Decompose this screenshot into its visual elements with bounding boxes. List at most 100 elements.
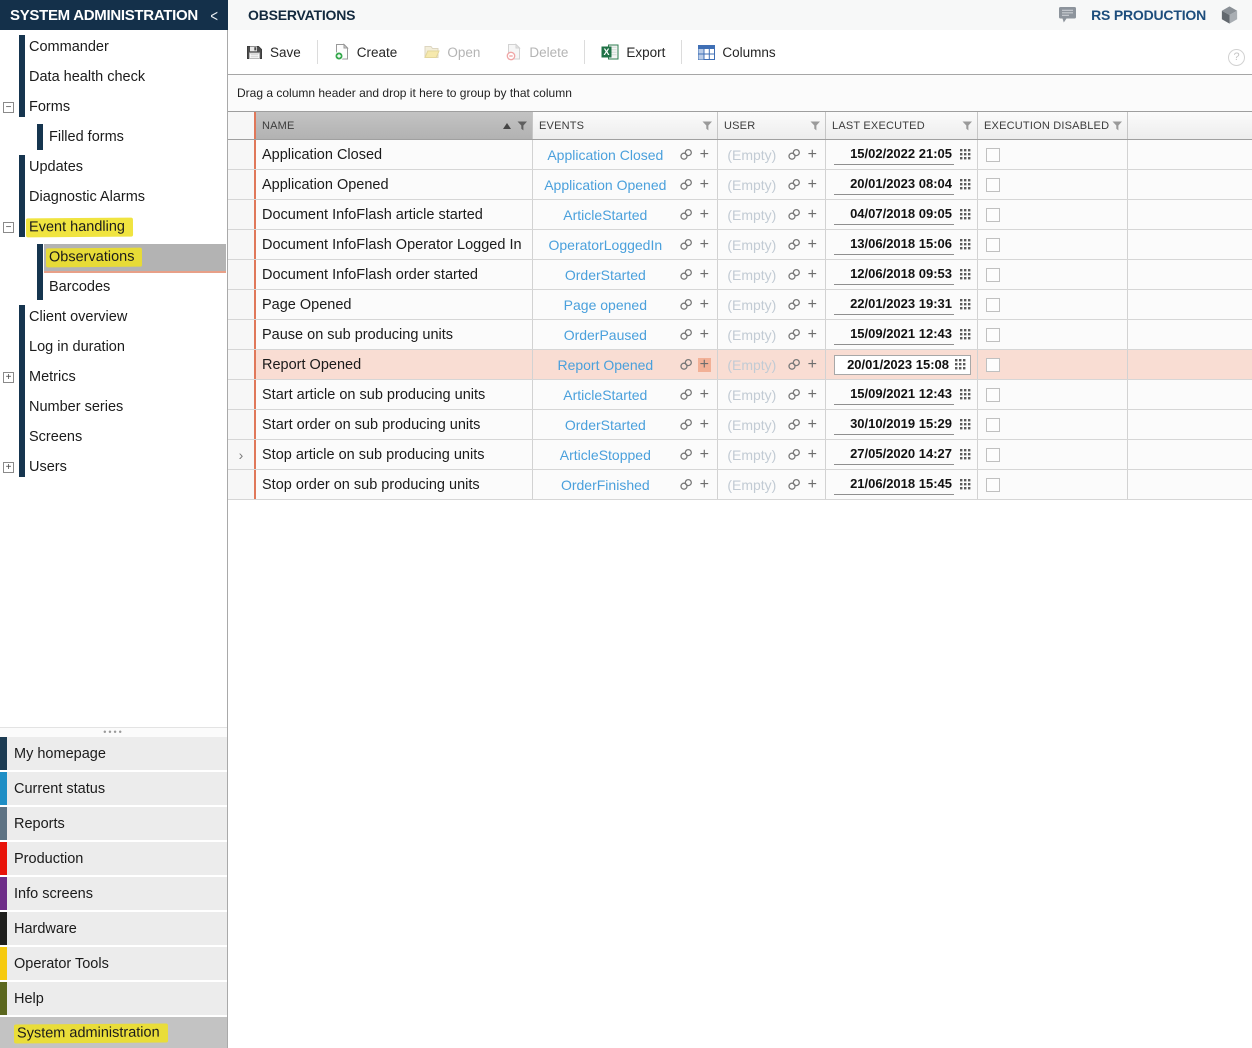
date-value[interactable]: 04/07/2018 09:05 [834,204,954,225]
module-nav-system-administration[interactable]: System administration [0,1017,227,1048]
filter-icon[interactable] [702,121,713,131]
link-icon[interactable] [787,268,801,281]
name-cell[interactable]: Pause on sub producing units [256,320,533,349]
add-event-icon[interactable]: + [698,208,711,222]
link-icon[interactable] [787,238,801,251]
execution-disabled-checkbox[interactable] [986,148,1000,162]
module-nav-current-status[interactable]: Current status [0,772,227,805]
user-value[interactable]: (Empty) [722,447,782,463]
date-value[interactable]: 12/06/2018 09:53 [834,264,954,285]
filter-icon[interactable] [810,121,821,131]
link-icon[interactable] [787,448,801,461]
link-icon[interactable] [679,238,693,251]
datepicker-grid-icon[interactable] [960,209,971,220]
table-row[interactable]: Pause on sub producing unitsOrderPaused+… [228,320,1252,350]
link-icon[interactable] [679,328,693,341]
table-row[interactable]: Start order on sub producing unitsOrderS… [228,410,1252,440]
filter-icon[interactable] [517,121,528,131]
row-indicator[interactable] [228,350,256,379]
name-cell[interactable]: Stop order on sub producing units [256,470,533,499]
event-link[interactable]: OrderStarted [537,417,674,433]
sidebar-item-forms[interactable]: −Forms [0,92,227,122]
user-value[interactable]: (Empty) [722,357,782,373]
row-indicator[interactable] [228,140,256,169]
datepicker-grid-icon[interactable] [960,149,971,160]
add-event-icon[interactable]: + [698,268,711,282]
link-icon[interactable] [787,208,801,221]
link-icon[interactable] [679,178,693,191]
execution-disabled-checkbox[interactable] [986,298,1000,312]
link-icon[interactable] [787,298,801,311]
add-event-icon[interactable]: + [698,358,711,372]
export-button[interactable]: XExport [601,44,665,60]
row-indicator[interactable] [228,230,256,259]
add-user-icon[interactable]: + [806,208,819,222]
row-indicator[interactable] [228,290,256,319]
row-indicator[interactable] [228,170,256,199]
datepicker-grid-icon[interactable] [960,239,971,250]
event-link[interactable]: ArticleStopped [537,447,674,463]
add-user-icon[interactable]: + [806,358,819,372]
add-user-icon[interactable]: + [806,268,819,282]
module-nav-operator-tools[interactable]: Operator Tools [0,947,227,980]
event-link[interactable]: Application Closed [537,147,674,163]
name-cell[interactable]: Stop article on sub producing units [256,440,533,469]
date-editor[interactable]: 20/01/2023 15:08 [834,355,971,375]
table-row[interactable]: Document InfoFlash Operator Logged InOpe… [228,230,1252,260]
table-row[interactable]: Document InfoFlash order startedOrderSta… [228,260,1252,290]
link-icon[interactable] [679,448,693,461]
user-value[interactable]: (Empty) [722,177,782,193]
add-event-icon[interactable]: + [698,418,711,432]
user-value[interactable]: (Empty) [722,237,782,253]
date-value[interactable]: 15/09/2021 12:43 [834,384,954,405]
name-cell[interactable]: Document InfoFlash Operator Logged In [256,230,533,259]
execution-disabled-checkbox[interactable] [986,478,1000,492]
event-link[interactable]: Application Opened [537,177,674,193]
link-icon[interactable] [679,388,693,401]
datepicker-grid-icon[interactable] [960,329,971,340]
user-value[interactable]: (Empty) [722,387,782,403]
execution-disabled-checkbox[interactable] [986,418,1000,432]
event-link[interactable]: Report Opened [537,357,674,373]
module-nav-help[interactable]: Help [0,982,227,1015]
link-icon[interactable] [679,148,693,161]
execution-disabled-checkbox[interactable] [986,208,1000,222]
splitter-handle[interactable]: •••• [0,727,227,737]
table-row[interactable]: Report OpenedReport Opened + (Empty) +20/01… [228,350,1252,380]
link-icon[interactable] [679,418,693,431]
module-nav-hardware[interactable]: Hardware [0,912,227,945]
column-header-execution-disabled[interactable]: EXECUTION DISABLED [978,112,1128,139]
column-header-user[interactable]: USER [718,112,826,139]
add-user-icon[interactable]: + [806,238,819,252]
sidebar-item-observations[interactable]: Observations [0,242,227,272]
add-user-icon[interactable]: + [806,418,819,432]
name-cell[interactable]: Application Closed [256,140,533,169]
filter-icon[interactable] [1112,121,1123,131]
table-row[interactable]: Start article on sub producing unitsArti… [228,380,1252,410]
filter-icon[interactable] [962,121,973,131]
add-event-icon[interactable]: + [698,298,711,312]
user-value[interactable]: (Empty) [722,207,782,223]
date-value[interactable]: 13/06/2018 15:06 [834,234,954,255]
sidebar-item-commander[interactable]: Commander [0,32,227,62]
name-cell[interactable]: Report Opened [256,350,533,379]
column-header-events[interactable]: EVENTS [533,112,718,139]
name-cell[interactable]: Start article on sub producing units [256,380,533,409]
table-row[interactable]: Stop order on sub producing unitsOrderFi… [228,470,1252,500]
sidebar-item-client-overview[interactable]: Client overview [0,302,227,332]
add-event-icon[interactable]: + [698,448,711,462]
table-row[interactable]: Document InfoFlash article startedArticl… [228,200,1252,230]
group-by-bar[interactable]: Drag a column header and drop it here to… [228,75,1252,112]
add-event-icon[interactable]: + [698,238,711,252]
add-event-icon[interactable]: + [698,388,711,402]
current-row-indicator[interactable]: › [228,440,256,469]
sidebar-item-users[interactable]: +Users [0,452,227,482]
add-event-icon[interactable]: + [698,478,711,492]
create-button[interactable]: Create [334,43,398,61]
datepicker-grid-icon[interactable] [960,179,971,190]
event-link[interactable]: ArticleStarted [537,387,674,403]
column-header-last-executed[interactable]: LAST EXECUTED [826,112,978,139]
add-user-icon[interactable]: + [806,178,819,192]
table-row[interactable]: Application ClosedApplication Closed+(Em… [228,140,1252,170]
datepicker-grid-icon[interactable] [960,269,971,280]
